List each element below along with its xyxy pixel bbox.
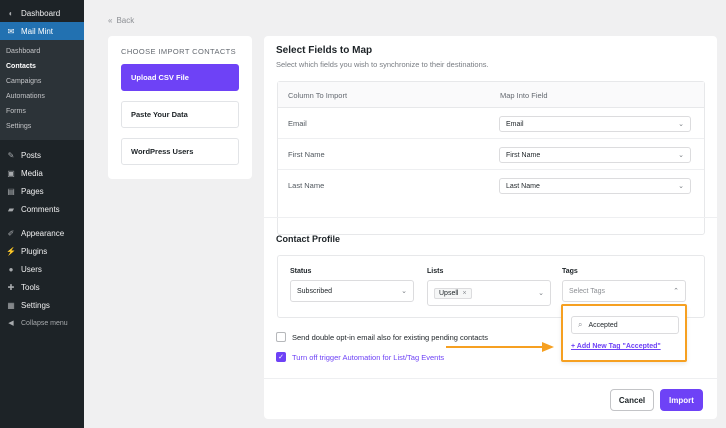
user-icon: ● [8,264,14,274]
turn-off-trigger-option[interactable]: ✓ Turn off trigger Automation for List/T… [276,352,444,362]
sidebar-item-media[interactable]: ▣ Media [0,164,84,182]
sidebar-item-comments[interactable]: ▰ Comments [0,200,84,218]
import-button[interactable]: Import [660,389,703,411]
map-field-select[interactable]: Last Name ⌄ [499,178,691,194]
settings-icon: ▦ [7,300,15,310]
sidebar-item-posts[interactable]: ✎ Posts [0,146,84,164]
chevron-down-icon: ⌄ [678,183,684,190]
column-name: Last Name [288,181,325,190]
map-field-select[interactable]: Email ⌄ [499,116,691,132]
sidebar-item-appearance[interactable]: ✐ Appearance [0,224,84,242]
sidebar-collapse-menu[interactable]: ◀ Collapse menu [0,314,84,332]
chevron-down-icon: ⌄ [401,288,407,295]
import-options-heading: CHOOSE IMPORT CONTACTS [121,47,237,56]
admin-sidebar: ◐ Dashboard ✉ Mail Mint Dashboard Contac… [0,0,84,428]
map-table: Column To Import Map Into Field Email Em… [277,81,705,235]
sidebar-item-settings[interactable]: ▦ Settings [0,296,84,314]
page-icon: ▤ [7,186,15,196]
collapse-icon: ◀ [8,320,14,327]
lists-select[interactable]: Upsell × ⌄ [427,280,551,306]
sidebar-item-pages[interactable]: ▤ Pages [0,182,84,200]
submenu-automations[interactable]: Automations [0,89,84,104]
map-into-field-header: Map Into Field [500,91,548,100]
chevron-up-icon: ⌃ [673,288,679,295]
cancel-button[interactable]: Cancel [610,389,654,411]
section-divider [264,217,717,218]
tag-search-input[interactable]: ⌕ Accepted [571,316,679,334]
lists-label: Lists [427,268,444,275]
submenu-campaigns[interactable]: Campaigns [0,74,84,89]
double-chevron-left-icon: « [108,16,113,25]
submenu-settings[interactable]: Settings [0,119,84,134]
column-to-import-header: Column To Import [288,91,348,100]
chevron-down-icon: ⌄ [538,290,544,297]
chevron-down-icon: ⌄ [678,121,684,128]
double-optin-checkbox[interactable] [276,332,286,342]
map-title: Select Fields to Map [276,45,373,56]
submenu-forms[interactable]: Forms [0,104,84,119]
wrench-icon: ✚ [7,282,15,292]
remove-chip-icon[interactable]: × [462,290,466,297]
brush-icon: ✐ [7,228,15,238]
contact-profile-title: Contact Profile [276,234,341,244]
upload-csv-option[interactable]: Upload CSV File [121,64,239,91]
table-row: Last Name Last Name ⌄ [278,170,704,201]
column-name: Email [288,119,307,128]
map-table-header: Column To Import Map Into Field [278,82,704,108]
status-label: Status [290,268,312,275]
pin-icon: ✎ [7,150,15,160]
map-field-select[interactable]: First Name ⌄ [499,147,691,163]
media-icon: ▣ [7,168,15,178]
add-new-tag-link[interactable]: + Add New Tag "Accepted" [571,343,661,350]
dashboard-icon: ◐ [8,8,14,18]
tags-select[interactable]: Select Tags ⌃ [562,280,686,302]
import-options-card: CHOOSE IMPORT CONTACTS Upload CSV File P… [108,36,252,179]
map-subtitle: Select which fields you wish to synchron… [276,60,489,69]
sidebar-item-mail-mint[interactable]: ✉ Mail Mint [0,22,84,40]
sidebar-item-tools[interactable]: ✚ Tools [0,278,84,296]
turn-off-trigger-checkbox[interactable]: ✓ [276,352,286,362]
column-name: First Name [288,150,325,159]
table-row: Email Email ⌄ [278,108,704,139]
table-row: First Name First Name ⌄ [278,139,704,170]
sidebar-item-dashboard[interactable]: ◐ Dashboard [0,4,84,22]
mail-icon: ✉ [7,26,15,36]
wordpress-users-option[interactable]: WordPress Users [121,138,239,165]
sidebar-item-users[interactable]: ● Users [0,260,84,278]
submenu-contacts[interactable]: Contacts [0,59,84,74]
mail-mint-submenu: Dashboard Contacts Campaigns Automations… [0,40,84,140]
tag-dropdown-popup: ⌕ Accepted + Add New Tag "Accepted" [561,304,687,362]
comment-icon: ▰ [7,204,15,214]
footer-divider [264,378,717,379]
chevron-down-icon: ⌄ [678,152,684,159]
plugin-icon: ⚡ [6,246,16,256]
status-select[interactable]: Subscribed ⌄ [290,280,414,302]
double-optin-option[interactable]: Send double opt-in email also for existi… [276,332,488,342]
search-icon: ⌕ [578,320,583,329]
submenu-dashboard[interactable]: Dashboard [0,44,84,59]
paste-data-option[interactable]: Paste Your Data [121,101,239,128]
back-link[interactable]: « Back [108,16,134,25]
arrow-annotation-icon [446,342,554,352]
sidebar-item-plugins[interactable]: ⚡ Plugins [0,242,84,260]
tags-label: Tags [562,268,578,275]
list-chip: Upsell × [434,287,472,299]
